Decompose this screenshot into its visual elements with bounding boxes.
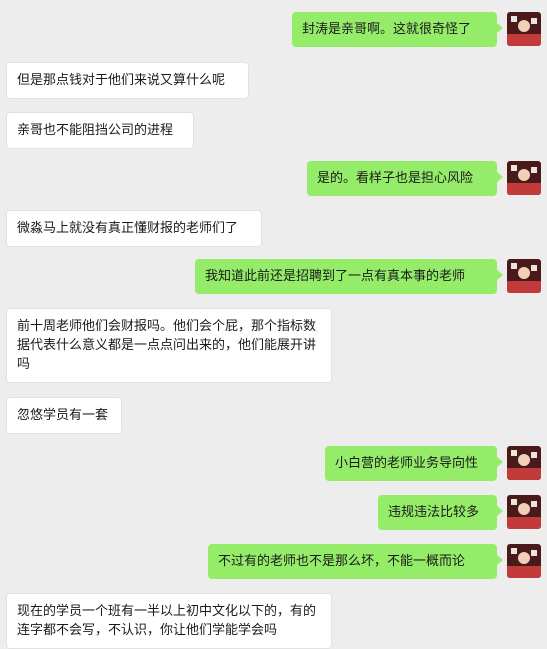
message-bubble-incoming[interactable]: 亲哥也不能阻挡公司的进程 [6,112,194,149]
message-bubble-incoming[interactable]: 现在的学员一个班有一半以上初中文化以下的，有的连字都不会写，不认识，你让他们学能… [6,593,332,649]
message-bubble-incoming[interactable]: 忽悠学员有一套 [6,397,122,434]
user-avatar-icon[interactable] [507,495,541,529]
message-bubble-incoming[interactable]: 前十周老师他们会财报吗。他们会个屁，那个指标数据代表什么意义都是一点点问出来的，… [6,308,332,383]
user-avatar-icon[interactable] [507,161,541,195]
user-avatar-icon[interactable] [507,12,541,46]
message-bubble-outgoing[interactable]: 我知道此前还是招聘到了一点有真本事的老师 [195,259,503,294]
user-avatar-icon[interactable] [507,259,541,293]
message-bubble-outgoing[interactable]: 小白营的老师业务导向性 [325,446,503,481]
message-bubble-outgoing[interactable]: 封涛是亲哥啊。这就很奇怪了 [292,12,503,47]
message-bubble-outgoing[interactable]: 违规违法比较多 [378,495,503,530]
user-avatar-icon[interactable] [507,446,541,480]
message-bubble-outgoing[interactable]: 不过有的老师也不是那么坏，不能一概而论 [208,544,503,579]
message-bubble-incoming[interactable]: 微淼马上就没有真正懂财报的老师们了 [6,210,262,247]
user-avatar-icon[interactable] [507,544,541,578]
message-bubble-outgoing[interactable]: 是的。看样子也是担心风险 [307,161,503,196]
message-bubble-incoming[interactable]: 但是那点钱对于他们来说又算什么呢 [6,62,249,99]
chat-area: 封涛是亲哥啊。这就很奇怪了 但是那点钱对于他们来说又算什么呢 亲哥也不能阻挡公司… [0,0,547,649]
